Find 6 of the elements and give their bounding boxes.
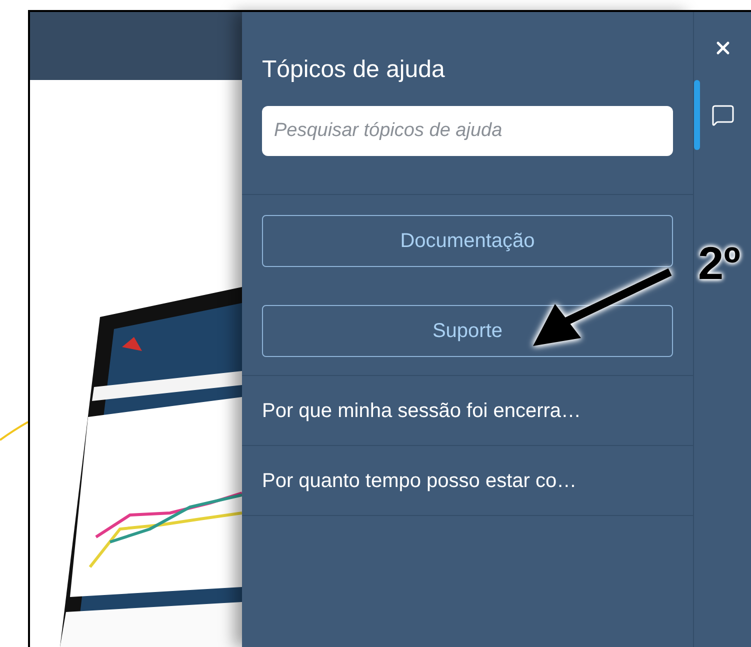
- chat-icon[interactable]: [710, 103, 734, 127]
- search-field[interactable]: Pesquisar tópicos de ajuda: [262, 106, 673, 156]
- help-link-button[interactable]: Documentação: [262, 215, 673, 267]
- panel-title: Tópicos de ajuda: [261, 55, 446, 85]
- help-link-button[interactable]: Suporte: [262, 305, 673, 357]
- step-label: 2º: [698, 236, 740, 290]
